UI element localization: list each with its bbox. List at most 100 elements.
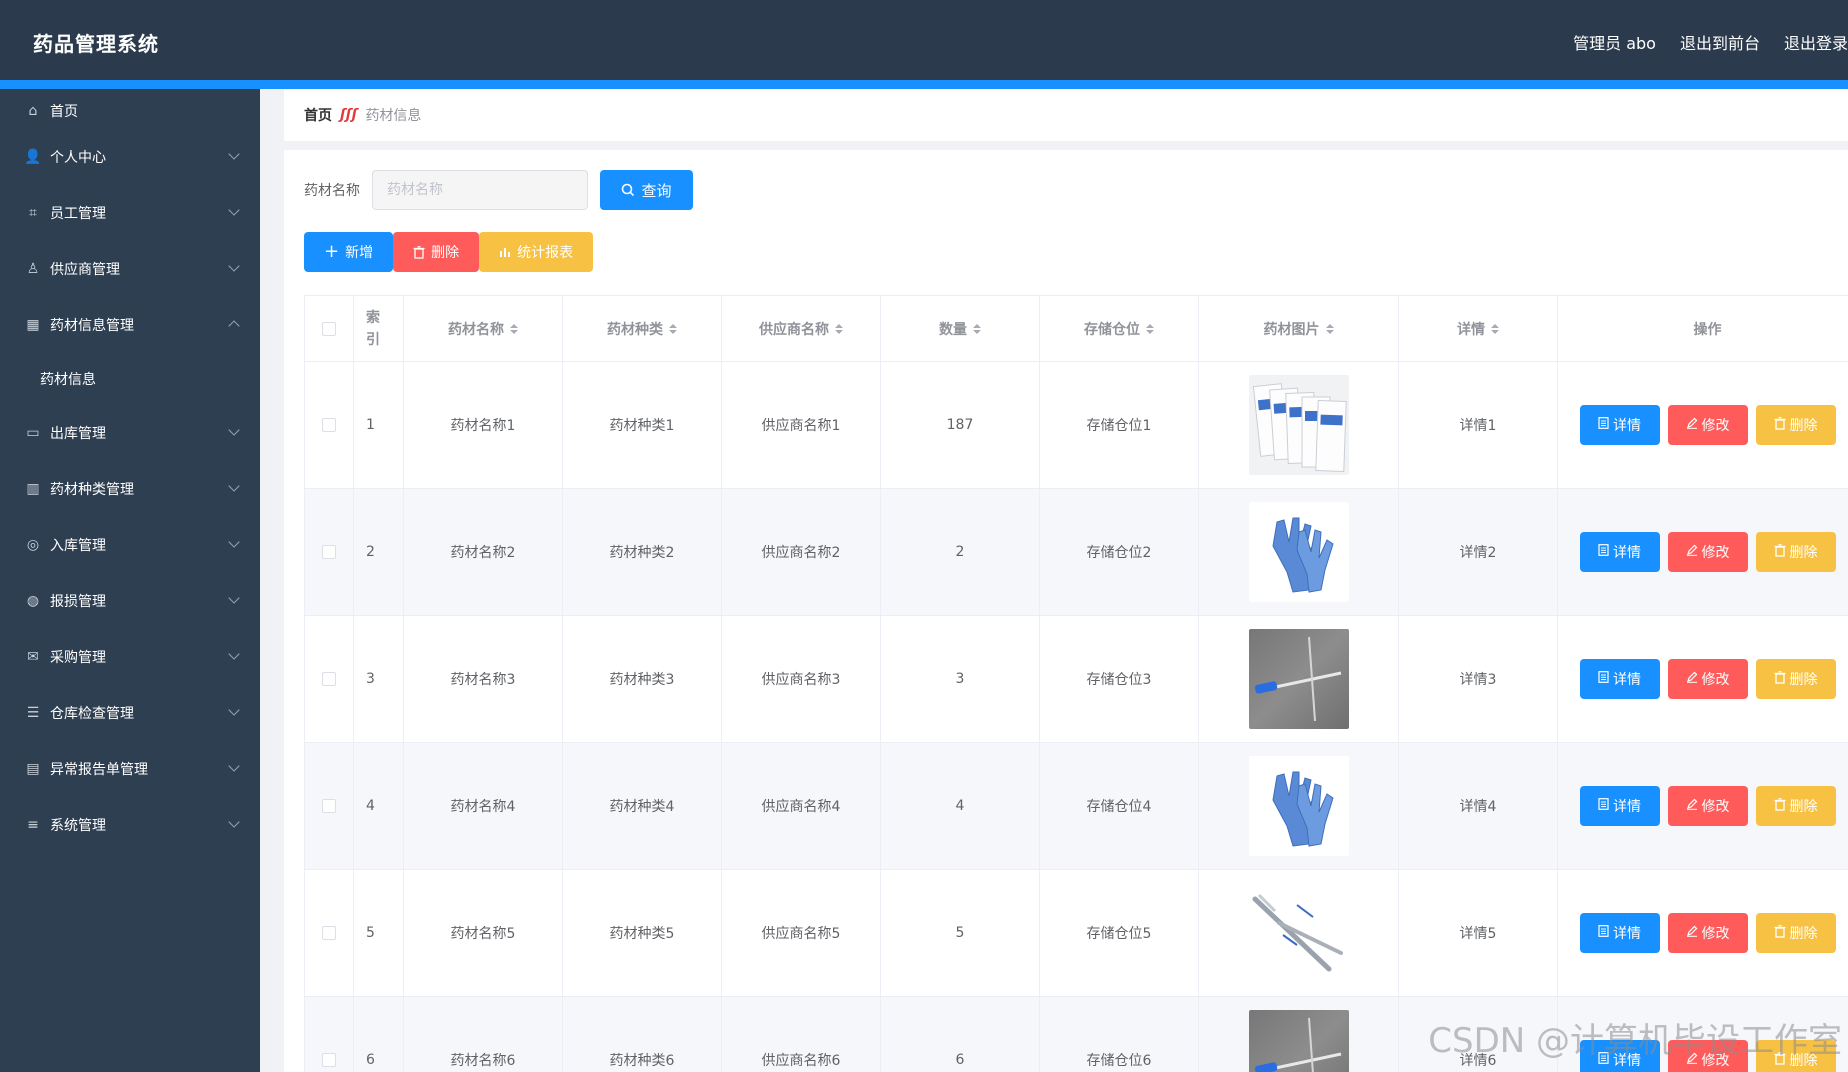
row-select-cell (304, 997, 354, 1072)
detail-button[interactable]: 详情 (1579, 659, 1660, 699)
medicine-thumbnail[interactable] (1248, 629, 1349, 729)
detail-button[interactable]: 详情 (1579, 405, 1660, 445)
header-location-label: 存储仓位 (1084, 321, 1140, 338)
sidebar-item[interactable]: ▭ 出库管理 (0, 405, 260, 461)
delete-button[interactable]: 删除 (1755, 1040, 1836, 1072)
sidebar-item[interactable]: ⌗ 员工管理 (0, 185, 260, 241)
row-checkbox[interactable] (322, 418, 336, 432)
row-qty: 3 (881, 616, 1040, 742)
query-button[interactable]: 查询 (600, 170, 693, 210)
sidebar-item[interactable]: 👤 个人中心 (0, 129, 260, 185)
logout-link[interactable]: 退出登录 (1784, 30, 1848, 54)
index-header-top: 索 (366, 309, 380, 326)
sidebar-item[interactable]: ⌂ 首页 (0, 93, 260, 129)
row-checkbox[interactable] (322, 545, 336, 559)
row-detail: 详情2 (1399, 489, 1558, 615)
chevron-down-icon (228, 204, 240, 216)
sidebar-item[interactable]: ✉ 采购管理 (0, 629, 260, 685)
header-qty[interactable]: 数量 (881, 296, 1040, 361)
detail-button-label: 详情 (1613, 799, 1641, 815)
trash-icon (1774, 924, 1786, 942)
search-input[interactable] (372, 170, 588, 210)
sidebar-item[interactable]: ▦ 药材信息管理 (0, 297, 260, 353)
delete-button[interactable]: 删除 (1755, 532, 1836, 572)
edit-button[interactable]: 修改 (1667, 532, 1748, 572)
chevron-down-icon (228, 480, 240, 492)
row-image-cell (1199, 489, 1399, 615)
back-to-front-link[interactable]: 退出到前台 (1680, 30, 1760, 54)
medicine-thumbnail[interactable] (1248, 502, 1349, 602)
row-actions: 详情 修改 删除 (1558, 743, 1848, 869)
edit-button[interactable]: 修改 (1667, 913, 1748, 953)
add-button[interactable]: + 新增 (304, 232, 394, 272)
search-form: 药材名称 查询 (304, 170, 693, 210)
action-toolbar: + 新增 删除 统计报表 (304, 232, 594, 272)
row-name: 药材名称5 (404, 870, 563, 996)
stats-report-button[interactable]: 统计报表 (479, 232, 594, 272)
delete-button[interactable]: 删除 (1755, 659, 1836, 699)
trash-icon (1774, 543, 1786, 561)
row-kind: 药材种类5 (563, 870, 722, 996)
detail-button[interactable]: 详情 (1579, 786, 1660, 826)
header-name[interactable]: 药材名称 (404, 296, 563, 361)
row-image-cell (1199, 362, 1399, 488)
delete-button[interactable]: 删除 (1755, 786, 1836, 826)
delete-button[interactable]: 删除 (1755, 913, 1836, 953)
edit-button[interactable]: 修改 (1667, 786, 1748, 826)
sidebar-subitem-medicine-info[interactable]: 药材信息 (0, 353, 260, 405)
pencil-icon (1686, 798, 1698, 814)
header-detail[interactable]: 详情 (1399, 296, 1558, 361)
trash-icon (1774, 670, 1786, 688)
books-icon: ▥ (26, 481, 40, 497)
header-kind[interactable]: 药材种类 (563, 296, 722, 361)
header-image[interactable]: 药材图片 (1199, 296, 1399, 361)
header-location[interactable]: 存储仓位 (1040, 296, 1199, 361)
add-button-label: 新增 (345, 245, 374, 261)
sidebar-item[interactable]: ☰ 仓库检查管理 (0, 685, 260, 741)
sidebar-item[interactable]: ≡ 系统管理 (0, 797, 260, 853)
medicine-thumbnail[interactable] (1248, 883, 1349, 983)
header-select-all (304, 296, 354, 361)
search-label: 药材名称 (304, 183, 360, 199)
sidebar-item[interactable]: ▤ 异常报告单管理 (0, 741, 260, 797)
medicine-thumbnail[interactable] (1248, 1010, 1349, 1072)
delete-button[interactable]: 删除 (1755, 405, 1836, 445)
monitor-icon: ▭ (26, 425, 40, 441)
row-detail: 详情6 (1399, 997, 1558, 1072)
row-location: 存储仓位1 (1040, 362, 1199, 488)
sidebar-item[interactable]: ◎ 入库管理 (0, 517, 260, 573)
row-checkbox[interactable] (322, 672, 336, 686)
medicine-thumbnail[interactable] (1248, 375, 1349, 475)
file-icon (1598, 544, 1609, 560)
detail-button-label: 详情 (1613, 672, 1641, 688)
admin-user-label[interactable]: 管理员 abo (1573, 30, 1656, 54)
sidebar-item[interactable]: ◍ 报损管理 (0, 573, 260, 629)
file-icon (1598, 1052, 1609, 1068)
breadcrumb-home[interactable]: 首页 (304, 105, 332, 125)
row-index: 3 (354, 616, 404, 742)
stats-report-label: 统计报表 (517, 245, 574, 261)
edit-button[interactable]: 修改 (1667, 405, 1748, 445)
detail-button[interactable]: 详情 (1579, 913, 1660, 953)
detail-button[interactable]: 详情 (1579, 532, 1660, 572)
row-checkbox[interactable] (322, 1053, 336, 1067)
row-checkbox[interactable] (322, 926, 336, 940)
sidebar-item-label: 入库管理 (50, 538, 106, 554)
chevron-down-icon (228, 704, 240, 716)
row-index: 2 (354, 489, 404, 615)
batch-delete-button[interactable]: 删除 (393, 232, 480, 272)
sidebar-item[interactable]: ♙ 供应商管理 (0, 241, 260, 297)
detail-button[interactable]: 详情 (1579, 1040, 1660, 1072)
edit-button[interactable]: 修改 (1667, 1040, 1748, 1072)
sidebar-item[interactable]: ▥ 药材种类管理 (0, 461, 260, 517)
row-checkbox[interactable] (322, 799, 336, 813)
header-supplier[interactable]: 供应商名称 (722, 296, 881, 361)
select-all-checkbox[interactable] (322, 321, 336, 336)
edit-button[interactable]: 修改 (1667, 659, 1748, 699)
row-name: 药材名称3 (404, 616, 563, 742)
table-row: 6 药材名称6 药材种类6 供应商名称6 6 存储仓位6 详情6 详情 修改 删除 (304, 997, 1848, 1072)
sidebar: ⌂ 首页 👤 个人中心 ⌗ 员工管理 ♙ 供应商管理 ▦ 药材信息管理 药材信息 ▭ 出库管理 ▥ 药材种类… (0, 89, 260, 1072)
index-header-bottom: 引 (366, 331, 380, 348)
chevron-down-icon (228, 648, 240, 660)
medicine-thumbnail[interactable] (1248, 756, 1349, 856)
